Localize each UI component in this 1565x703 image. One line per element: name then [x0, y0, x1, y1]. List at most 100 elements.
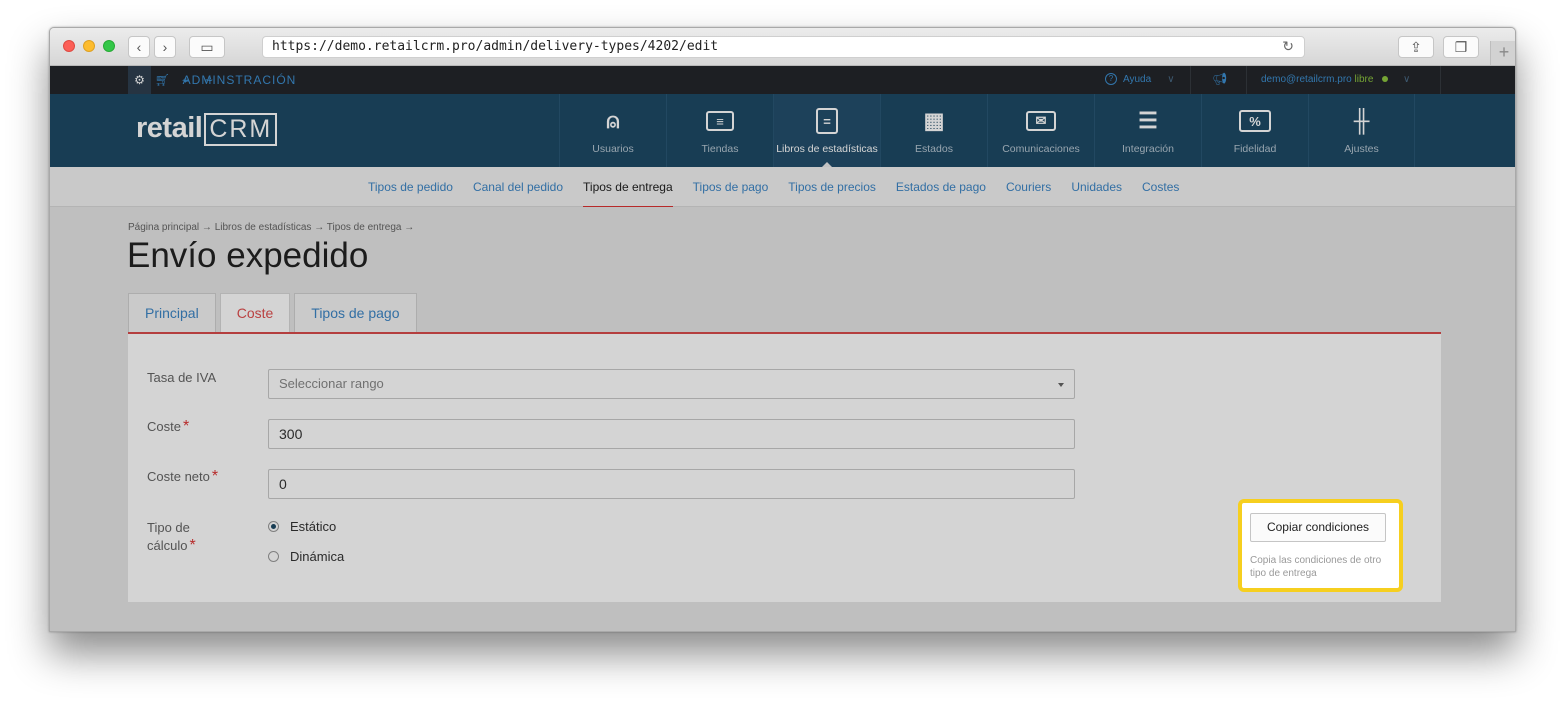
- calc-option-static[interactable]: Estático: [268, 519, 336, 534]
- integration-icon: ☰: [1138, 108, 1158, 133]
- nav-label: Tiendas: [701, 143, 739, 155]
- subnav-tipos-de-pedido[interactable]: Tipos de pedido: [368, 167, 453, 207]
- cost-label-text: Coste: [147, 419, 181, 434]
- user-plan: libre: [1354, 74, 1374, 85]
- calc-type-label-line2: cálculo: [147, 538, 188, 553]
- admin-label: ADMINSTRACIÓN: [182, 73, 297, 87]
- subnav-tipos-de-pago[interactable]: Tipos de pago: [693, 167, 769, 207]
- browser-titlebar: ‹ › ▭ https://demo.retailcrm.pro/admin/d…: [50, 28, 1515, 66]
- retailcrm-logo[interactable]: retail CRM: [136, 112, 278, 146]
- subnav-estados-de-pago[interactable]: Estados de pago: [896, 167, 986, 207]
- nav-integracion[interactable]: ☰ Integración: [1094, 94, 1201, 167]
- calc-option-label: Estático: [290, 519, 337, 534]
- admin-icons: ⚙ 🛒︎ ⌖ ⩫ ADMINSTRACIÓN: [128, 66, 297, 94]
- tab-principal[interactable]: Principal: [128, 293, 216, 333]
- nav-label: Libros de estadísticas: [776, 143, 878, 155]
- close-window-button[interactable]: [63, 40, 75, 52]
- cost-label: Coste *: [147, 418, 189, 436]
- book-icon: =: [816, 108, 838, 134]
- subnav-couriers[interactable]: Couriers: [1006, 167, 1051, 207]
- subnav-canal-del-pedido[interactable]: Canal del pedido: [473, 167, 563, 207]
- calc-type-label: Tipo de cálculo *: [147, 519, 196, 555]
- sidebar-icon[interactable]: ▭: [189, 36, 225, 58]
- user-icon: ⍝: [606, 108, 620, 133]
- tab-tipos-de-pago[interactable]: Tipos de pago: [294, 293, 417, 333]
- nav-fidelidad[interactable]: % Fidelidad: [1201, 94, 1308, 167]
- vat-label: Tasa de IVA: [147, 370, 217, 385]
- address-bar[interactable]: https://demo.retailcrm.pro/admin/deliver…: [262, 36, 1305, 58]
- browser-window: ‹ › ▭ https://demo.retailcrm.pro/admin/d…: [49, 27, 1516, 632]
- back-icon[interactable]: ‹: [128, 36, 150, 58]
- user-email: demo@retailcrm.pro: [1261, 74, 1352, 85]
- chevron-down-icon: ∨: [1402, 74, 1411, 85]
- calc-type-label-line1: Tipo de: [147, 520, 190, 535]
- required-mark: *: [182, 418, 190, 435]
- new-tab-button[interactable]: +: [1490, 41, 1515, 65]
- forward-icon[interactable]: ›: [154, 36, 176, 58]
- logo-text: retail: [136, 112, 203, 144]
- breadcrumb[interactable]: Página principal → Libros de estadística…: [128, 222, 414, 233]
- help-icon: ?: [1105, 73, 1117, 85]
- status-dot: [1382, 76, 1389, 83]
- page-content: ⚙ 🛒︎ ⌖ ⩫ ADMINSTRACIÓN ? Ayuda ∨ 📢︎ demo…: [50, 66, 1515, 631]
- cart-icon[interactable]: 🛒︎: [151, 66, 174, 94]
- net-cost-label: Coste neto *: [147, 468, 218, 486]
- nav-comunicaciones[interactable]: ✉ Comunicaciones: [987, 94, 1094, 167]
- required-mark: *: [211, 468, 219, 485]
- main-header: retail CRM ⍝ Usuarios ≡ Tiendas = Libros …: [50, 94, 1515, 167]
- share-icon[interactable]: ⇪: [1398, 36, 1434, 58]
- sub-navigation: Tipos de pedido Canal del pedido Tipos d…: [50, 167, 1515, 207]
- store-icon: ≡: [706, 111, 734, 131]
- megaphone-icon[interactable]: 📢︎: [1212, 72, 1227, 86]
- subnav-unidades[interactable]: Unidades: [1071, 167, 1122, 207]
- logo-crm: CRM: [204, 113, 278, 146]
- percent-icon: %: [1239, 110, 1271, 132]
- chevron-down-icon: ∨: [1167, 73, 1175, 85]
- nav-estados[interactable]: ▦ Estados: [880, 94, 987, 167]
- sliders-icon: ╫: [1353, 108, 1370, 133]
- copy-conditions-callout: Copiar condiciones Copia las condiciones…: [1238, 499, 1403, 592]
- nav-label: Estados: [915, 143, 953, 155]
- copy-conditions-hint: Copia las condiciones de otro tipo de en…: [1250, 555, 1382, 579]
- radio-checked-icon[interactable]: [268, 521, 279, 532]
- vat-placeholder: Seleccionar rango: [279, 376, 384, 391]
- settings-gear-icon[interactable]: ⚙: [128, 66, 151, 94]
- mail-icon: ✉: [1026, 111, 1056, 131]
- nav-libros-de-estadisticas[interactable]: = Libros de estadísticas: [773, 94, 880, 167]
- nav-usuarios[interactable]: ⍝ Usuarios: [559, 94, 666, 167]
- grid-icon: ▦: [923, 108, 945, 133]
- main-nav: ⍝ Usuarios ≡ Tiendas = Libros de estadís…: [559, 94, 1415, 167]
- address-url: https://demo.retailcrm.pro/admin/deliver…: [272, 39, 719, 54]
- subnav-tipos-de-precios[interactable]: Tipos de precios: [788, 167, 876, 207]
- divider: [1190, 66, 1191, 94]
- vat-rate-select[interactable]: Seleccionar rango: [268, 369, 1075, 399]
- nav-label: Integración: [1122, 143, 1174, 155]
- net-cost-label-text: Coste neto: [147, 469, 210, 484]
- nav-label: Usuarios: [592, 143, 634, 155]
- tabs-overview-icon[interactable]: ❐: [1443, 36, 1479, 58]
- copy-conditions-button[interactable]: Copiar condiciones: [1250, 513, 1386, 542]
- divider: [1246, 66, 1247, 94]
- nav-ajustes[interactable]: ╫ Ajustes: [1308, 94, 1415, 167]
- user-menu[interactable]: demo@retailcrm.pro libre ∨: [1261, 74, 1410, 85]
- calc-option-dynamic[interactable]: Dinámica: [268, 549, 344, 564]
- net-cost-input[interactable]: 0: [268, 469, 1075, 499]
- cost-input[interactable]: 300: [268, 419, 1075, 449]
- minimize-window-button[interactable]: [83, 40, 95, 52]
- tab-bar: Principal Coste Tipos de pago: [128, 293, 417, 334]
- subnav-tipos-de-entrega[interactable]: Tipos de entrega: [583, 167, 673, 207]
- admin-bar: ⚙ 🛒︎ ⌖ ⩫ ADMINSTRACIÓN ? Ayuda ∨ 📢︎ demo…: [50, 66, 1515, 94]
- help-label: Ayuda: [1123, 73, 1152, 85]
- nav-tiendas[interactable]: ≡ Tiendas: [666, 94, 773, 167]
- help-menu[interactable]: ? Ayuda ∨: [1105, 73, 1175, 85]
- tab-coste[interactable]: Coste: [219, 293, 291, 334]
- subnav-costes[interactable]: Costes: [1142, 167, 1179, 207]
- radio-unchecked-icon[interactable]: [268, 551, 279, 562]
- page-title: Envío expedido: [127, 236, 369, 275]
- zoom-window-button[interactable]: [103, 40, 115, 52]
- divider: [1440, 66, 1441, 94]
- required-mark: *: [189, 537, 196, 554]
- reload-icon[interactable]: ↻: [1282, 37, 1294, 57]
- caret-down-icon: [1058, 383, 1064, 387]
- nav-label: Fidelidad: [1233, 143, 1277, 155]
